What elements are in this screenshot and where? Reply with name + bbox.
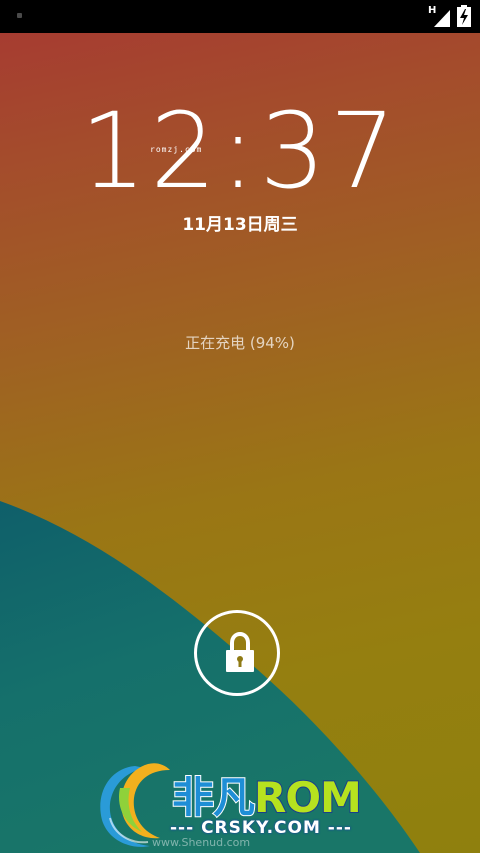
lock-icon	[226, 632, 254, 672]
logo-domain-text: --- CRSKY.COM ---	[170, 818, 352, 838]
charging-status: 正在充电 (94%)	[185, 334, 295, 352]
logo-title: 非凡ROM	[171, 764, 363, 825]
battery-charging-icon	[457, 5, 471, 27]
watermark-logo: 非凡ROM --- CRSKY.COM --- www.Shenud.com	[90, 758, 390, 853]
lockscreen-clock: 12:37	[80, 90, 400, 212]
lock-screen: H 12:37 romzj.com 11月13日周三 正在充电 (94%) 非凡…	[0, 0, 480, 853]
status-bar[interactable]: H	[0, 0, 480, 33]
logo-site-text: www.Shenud.com	[152, 836, 251, 849]
watermark-text: romzj.com	[150, 145, 203, 154]
lockscreen-date: 11月13日周三	[182, 215, 298, 235]
signal-icon	[434, 10, 450, 27]
logo-brand-text: 非凡	[171, 772, 256, 823]
unlock-button[interactable]	[194, 610, 280, 696]
logo-rom-text: ROM	[253, 772, 363, 823]
notification-dot-icon	[17, 13, 22, 18]
